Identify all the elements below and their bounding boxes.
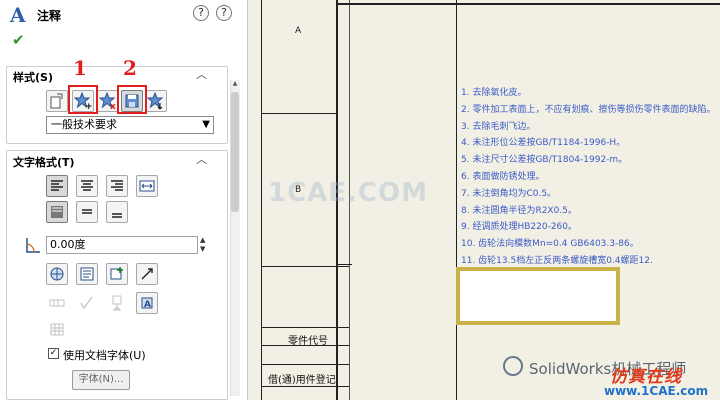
insert-hole-callout-button[interactable]: A: [136, 292, 158, 314]
style-group-title: 样式(S): [13, 71, 53, 84]
help-icon[interactable]: ?: [216, 5, 232, 21]
load-style-button[interactable]: [145, 90, 167, 112]
font-button[interactable]: 字体(N)...: [72, 370, 130, 390]
wechat-logo-icon: [503, 356, 523, 376]
table-grid-icon: [50, 323, 64, 336]
lock-unlock-note-button[interactable]: [136, 263, 158, 285]
ok-check-icon[interactable]: ✔: [12, 31, 25, 49]
delete-style-button[interactable]: x: [97, 90, 119, 112]
justify-fit-icon: [139, 180, 155, 192]
hyperlink-globe-icon: [50, 267, 64, 281]
align-middle-icon: [82, 209, 92, 214]
align-center-button[interactable]: [76, 175, 98, 197]
center-watermark: 1CAE.COM: [268, 178, 428, 208]
insert-datum-feature-button[interactable]: [106, 292, 128, 314]
sheet-frame-top: [338, 3, 720, 5]
zone-tick-right: [338, 264, 352, 265]
sheet-border-left: [261, 0, 262, 400]
use-document-font-checkbox[interactable]: ✓: [48, 348, 59, 359]
align-top-button[interactable]: [46, 201, 68, 223]
note-a-icon: A: [10, 3, 26, 27]
dropdown-arrow-icon: ▼: [202, 119, 210, 130]
datum-feature-icon: [112, 295, 122, 311]
align-left-button[interactable]: [46, 175, 68, 197]
add-symbol-icon: [110, 267, 123, 280]
insert-surface-finish-button[interactable]: [76, 292, 98, 314]
note-line: 4. 未注形位公差按GB/T1184-1996-H。: [461, 138, 626, 149]
angle-input[interactable]: 0.00度: [46, 236, 198, 254]
geometric-tolerance-icon: [49, 299, 65, 307]
zone-divider-bc: [261, 266, 349, 267]
align-middle-button[interactable]: [76, 201, 98, 223]
insert-hyperlink-button[interactable]: [46, 263, 68, 285]
align-right-button[interactable]: [106, 175, 128, 197]
align-center-icon: [81, 180, 93, 191]
titleblock-row-line-3: [261, 364, 349, 365]
callout-box-2: [117, 85, 147, 114]
old-drawing-register-label: 借(通)用件登记: [268, 375, 336, 386]
panel-title: 注释: [37, 9, 62, 23]
delete-style-star-icon: x: [99, 92, 116, 110]
align-right-icon: [111, 180, 123, 191]
note-line: 9. 经调质处理HB220-260。: [461, 222, 577, 233]
callout-number-1: 1: [73, 56, 87, 80]
panel-scroll-thumb[interactable]: [231, 92, 239, 212]
insert-table-button[interactable]: [46, 318, 68, 340]
surface-finish-icon: [80, 296, 93, 310]
link-to-property-button[interactable]: [76, 263, 98, 285]
part-code-label: 零件代号: [288, 336, 328, 347]
svg-text:x: x: [110, 102, 116, 110]
note-line: 1. 去除氧化皮。: [461, 88, 527, 98]
style-select[interactable]: 一般技术要求 ▼: [46, 116, 214, 134]
load-style-star-icon: [147, 92, 164, 110]
scroll-up-arrow-icon[interactable]: ▲: [231, 80, 239, 90]
titleblock-row-line-1: [261, 327, 349, 328]
apply-default-style-icon: [50, 93, 63, 109]
callout-box-1: [68, 85, 98, 114]
note-line: 8. 未注圆角半径为R2X0.5。: [461, 205, 577, 216]
text-format-group-title: 文字格式(T): [13, 156, 75, 169]
titleblock-row-line-4: [261, 386, 349, 387]
insert-geometric-tolerance-button[interactable]: [46, 292, 68, 314]
empty-note-box[interactable]: [456, 267, 620, 325]
link-property-icon: [80, 267, 94, 281]
justify-button[interactable]: [136, 175, 158, 197]
angle-input-value: 0.00度: [50, 238, 86, 251]
align-bottom-button[interactable]: [106, 201, 128, 223]
zone-divider-ab: [261, 113, 336, 114]
note-line: 10. 齿轮法向模数Mn=0.4 GB6403.3-86。: [461, 239, 639, 250]
angle-icon: [26, 238, 40, 253]
apply-default-style-button[interactable]: [46, 90, 68, 112]
style-group-collapse-chevron-icon[interactable]: ︿: [196, 66, 207, 82]
note-line: 5. 未注尺寸公差按GB/T1804-1992-m。: [461, 155, 628, 166]
help-tips-icon[interactable]: ?: [193, 5, 209, 21]
annotation-property-panel: A 注释 ? ? ✔ 样式(S) ︿ + x 1 2 一般技术要求 ▼ 文字格式…: [0, 0, 248, 400]
align-top-icon: [51, 206, 63, 218]
svg-text:A: A: [144, 300, 151, 310]
note-line: 7. 未注倒角均为C0.5。: [461, 188, 557, 199]
callout-number-2: 2: [123, 56, 137, 80]
sheet-frame-right-column: [456, 0, 457, 400]
align-left-icon: [51, 180, 63, 191]
note-line: 2. 零件加工表面上，不应有划痕、擦伤等损伤零件表面的缺陷。: [461, 104, 716, 115]
brand-watermark-url: www.1CAE.com: [604, 384, 709, 398]
hole-callout-icon: A: [141, 297, 153, 310]
align-bottom-icon: [112, 213, 122, 218]
angle-spinner[interactable]: ▲ ▼: [200, 236, 210, 254]
note-line: 6. 表面做防锈处理。: [461, 171, 545, 182]
note-line: 3. 去除毛刺飞边。: [461, 121, 536, 132]
style-select-value: 一般技术要求: [51, 118, 117, 131]
zone-letter-a: A: [295, 26, 302, 36]
anchor-pin-icon: [141, 268, 153, 280]
technical-requirements-note[interactable]: 1. 去除氧化皮。 2. 零件加工表面上，不应有划痕、擦伤等损伤零件表面的缺陷。 3…: [461, 85, 719, 287]
add-symbol-button[interactable]: [106, 263, 128, 285]
text-format-collapse-chevron-icon[interactable]: ︿: [196, 151, 207, 167]
use-document-font-label: 使用文档字体(U): [63, 349, 146, 362]
